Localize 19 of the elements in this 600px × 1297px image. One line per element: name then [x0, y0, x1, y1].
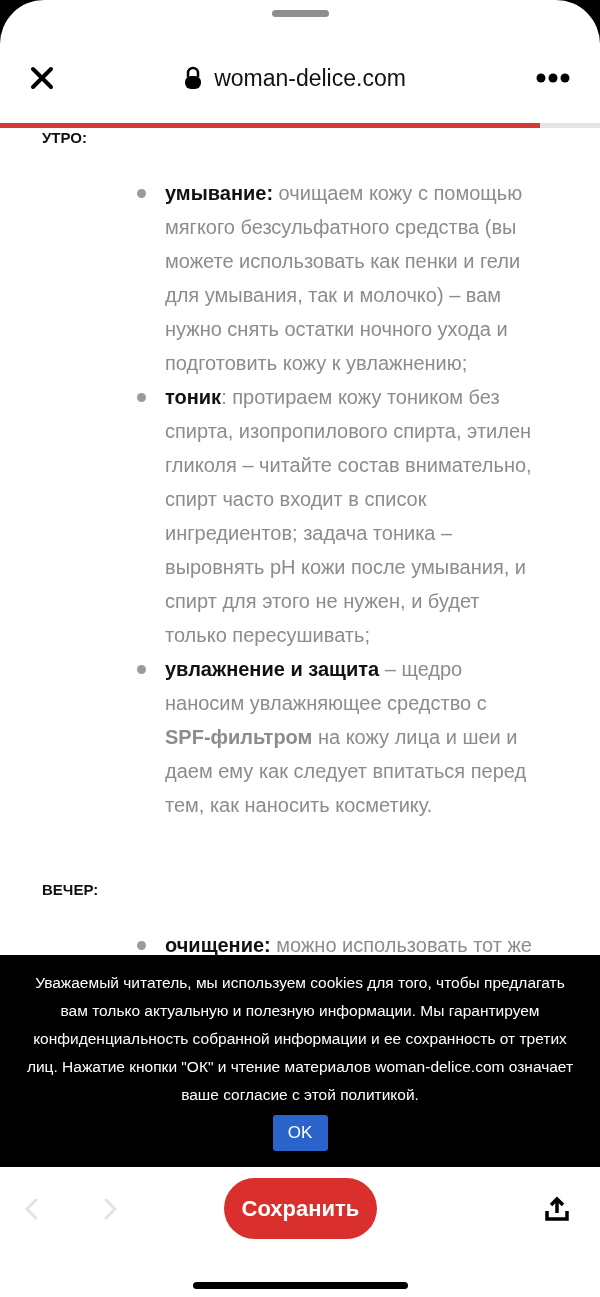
cookie-message: Уважаемый читатель, мы используем cookies для того, чтобы предлагать вам только актуальную и полезную информации. Мы гарантируем конфиденциальность собранной информации и ее сохранность от третих лиц. Нажатие кнопки "ОК" и чтение материалов woman-delice.com означает ваше согласие с этой политикой.: [25, 973, 575, 1105]
share-icon[interactable]: [544, 1195, 570, 1222]
bullet-icon: [137, 393, 146, 402]
sheet-grabber[interactable]: [271, 10, 329, 17]
section-heading: УТРО:: [42, 128, 88, 148]
bullet-icon: [137, 941, 146, 950]
bullet-icon: [137, 189, 146, 198]
ok-button[interactable]: OK: [272, 1115, 328, 1151]
list-item-text: умывание: очищаем кожу с помощью мягкого безсульфатного средства (вы можете использовать как пенки и гели для умывания, так и молочко) – вам нужно снять остатки ночного ухода и подготовить кожу к увлажнению;: [165, 181, 524, 376]
save-button[interactable]: Сохранить: [224, 1178, 377, 1239]
list-item-text: тоник: протираем кожу тоником без спирта, изопропилового спирта, этилен гликоля – читайте состав внимательно, спирт часто входит в список ингредиентов; задача тоника – выровнять рН кожи после умывания, и спирт для этого не нужен, и будет только пересушивать;: [165, 385, 533, 648]
list-item-text: очищение: можно использовать тот же: [165, 933, 533, 958]
list-item-text: увлажнение и защита – щедро наносим увлажняющее средство с SPF-фильтром на кожу лица и шеи и даем ему как следует впитаться перед тем, как наносить косметику.: [165, 657, 528, 818]
page-url: woman-delice.com: [214, 63, 406, 93]
lock-icon: [184, 66, 203, 90]
close-icon[interactable]: [30, 66, 54, 90]
more-icon[interactable]: [536, 73, 570, 83]
bullet-icon: [137, 665, 146, 674]
section-heading: ВЕЧЕР:: [42, 880, 100, 900]
